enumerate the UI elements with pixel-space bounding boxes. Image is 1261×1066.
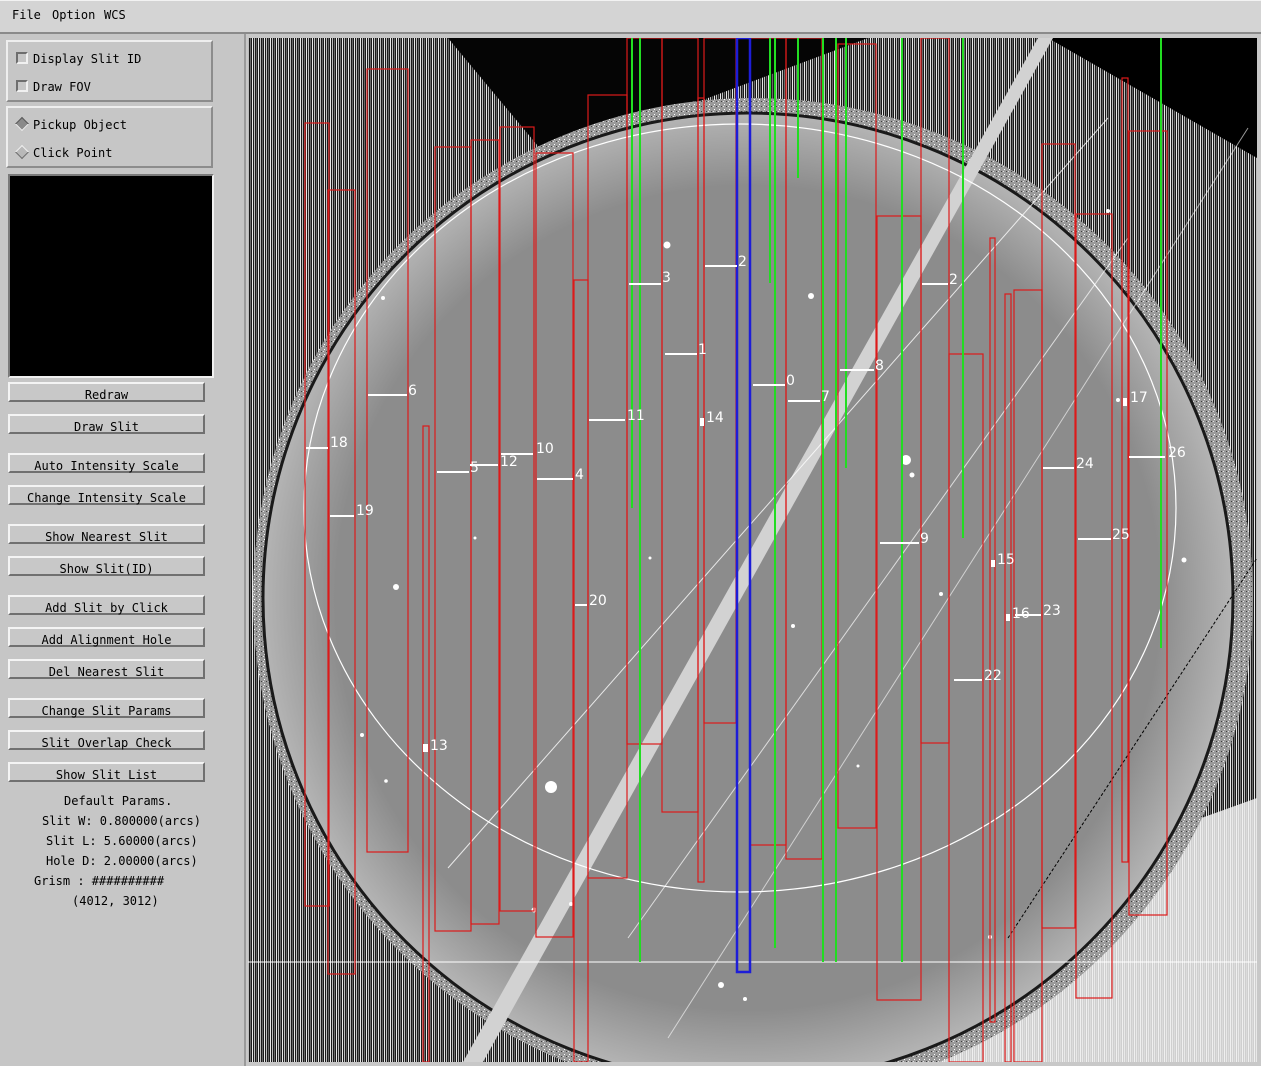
menu-file[interactable]: File — [12, 8, 41, 22]
click-mode-group: Pickup Object Click Point — [6, 106, 213, 168]
slit-label: 4 — [575, 467, 584, 483]
display-options-group: Display Slit ID Draw FOV — [6, 40, 213, 102]
add-slit-button[interactable]: Add Slit by Click — [8, 595, 205, 615]
slit-label: 25 — [1112, 527, 1130, 543]
change-slit-params-button[interactable]: Change Slit Params — [8, 698, 205, 718]
change-intensity-button[interactable]: Change Intensity Scale — [8, 485, 205, 505]
slit-label: 10 — [536, 441, 554, 457]
redraw-button[interactable]: Redraw — [8, 382, 205, 402]
show-slit-id-button[interactable]: Show Slit(ID) — [8, 556, 205, 576]
slit-label: 19 — [356, 503, 374, 519]
slit-label: 23 — [1043, 603, 1061, 619]
slit-label: 5 — [470, 460, 479, 476]
slit-label: 7 — [821, 389, 830, 405]
draw-slit-button[interactable]: Draw Slit — [8, 414, 205, 434]
grism-value: Grism : ########## — [34, 874, 165, 888]
menu-bar: File Option WCS — [0, 0, 1261, 34]
slit-label: 26 — [1168, 445, 1186, 461]
sky-image: 0 1 2 3 4 5 6 7 8 9 10 11 12 13 14 15 16… — [248, 38, 1257, 1062]
slit-label: 15 — [997, 552, 1015, 568]
slit-label: 0 — [786, 373, 795, 389]
slit-label: 8 — [875, 358, 884, 374]
checkbox-icon — [16, 80, 28, 92]
params-heading: Default Params. — [64, 794, 173, 808]
draw-fov-label: Draw FOV — [33, 80, 91, 94]
show-slit-list-button[interactable]: Show Slit List — [8, 762, 205, 782]
zoom-preview — [8, 174, 214, 378]
slit-label: 11 — [627, 408, 645, 424]
draw-fov-checkbox[interactable]: Draw FOV — [16, 79, 91, 95]
auto-intensity-button[interactable]: Auto Intensity Scale — [8, 453, 205, 473]
slit-label: 3 — [662, 270, 671, 286]
slit-length-value: Slit L: 5.60000(arcs) — [46, 834, 198, 848]
pickup-object-label: Pickup Object — [33, 118, 127, 132]
slit-label: 20 — [589, 593, 607, 609]
radio-selected-icon — [14, 116, 30, 132]
slit-label: 17 — [1130, 390, 1148, 406]
click-point-label: Click Point — [33, 146, 113, 160]
slit-label: 13 — [430, 738, 448, 754]
control-panel: Display Slit ID Draw FOV Pickup Object C… — [0, 34, 246, 1066]
display-slit-id-label: Display Slit ID — [33, 52, 142, 66]
slit-label: 2 — [949, 272, 958, 288]
slit-label: 12 — [500, 454, 518, 470]
click-point-radio[interactable]: Click Point — [14, 144, 113, 161]
menu-option[interactable]: Option — [52, 8, 95, 22]
menu-wcs[interactable]: WCS — [104, 8, 126, 22]
slit-label: 9 — [920, 531, 929, 547]
hole-diameter-value: Hole D: 2.00000(arcs) — [46, 854, 198, 868]
slit-label: 24 — [1076, 456, 1094, 472]
display-slit-id-checkbox[interactable]: Display Slit ID — [16, 51, 141, 67]
slit-label: 2 — [738, 254, 747, 270]
slit-label: 18 — [330, 435, 348, 451]
image-canvas[interactable]: 0 1 2 3 4 5 6 7 8 9 10 11 12 13 14 15 16… — [248, 38, 1257, 1062]
pickup-object-radio[interactable]: Pickup Object — [14, 116, 127, 133]
slit-label: 6 — [408, 383, 417, 399]
del-nearest-slit-button[interactable]: Del Nearest Slit — [8, 659, 205, 679]
radio-icon — [14, 144, 30, 160]
slit-label: 1 — [698, 342, 707, 358]
slit-label: 16 — [1012, 606, 1030, 622]
checkbox-icon — [16, 52, 28, 64]
cursor-position: (4012, 3012) — [72, 894, 159, 908]
slit-label: 22 — [984, 668, 1002, 684]
slit-overlap-check-button[interactable]: Slit Overlap Check — [8, 730, 205, 750]
slit-label: 14 — [706, 410, 724, 426]
show-nearest-slit-button[interactable]: Show Nearest Slit — [8, 524, 205, 544]
slit-width-value: Slit W: 0.800000(arcs) — [42, 814, 201, 828]
add-alignment-hole-button[interactable]: Add Alignment Hole — [8, 627, 205, 647]
